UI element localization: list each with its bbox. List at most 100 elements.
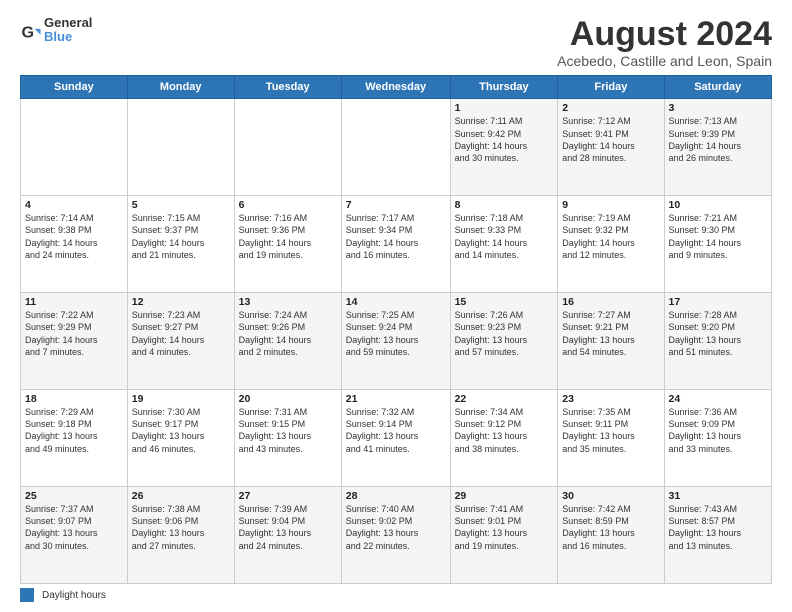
header: G General Blue August 2024 Acebedo, Cast…: [20, 16, 772, 69]
day-info: Sunrise: 7:17 AM Sunset: 9:34 PM Dayligh…: [346, 212, 446, 261]
calendar-week-2: 4Sunrise: 7:14 AM Sunset: 9:38 PM Daylig…: [21, 196, 772, 293]
calendar-cell: 5Sunrise: 7:15 AM Sunset: 9:37 PM Daylig…: [127, 196, 234, 293]
page: G General Blue August 2024 Acebedo, Cast…: [0, 0, 792, 612]
day-number: 13: [239, 296, 337, 308]
logo-blue: Blue: [44, 30, 92, 44]
main-title: August 2024: [557, 16, 772, 53]
day-number: 6: [239, 199, 337, 211]
day-number: 25: [25, 490, 123, 502]
day-number: 5: [132, 199, 230, 211]
svg-text:G: G: [21, 23, 34, 41]
day-number: 15: [455, 296, 554, 308]
day-number: 29: [455, 490, 554, 502]
calendar-week-3: 11Sunrise: 7:22 AM Sunset: 9:29 PM Dayli…: [21, 293, 772, 390]
day-info: Sunrise: 7:27 AM Sunset: 9:21 PM Dayligh…: [562, 309, 659, 358]
logo-general: General: [44, 16, 92, 30]
daylight-label: Daylight hours: [42, 590, 106, 601]
logo: G General Blue: [20, 16, 92, 45]
day-number: 18: [25, 393, 123, 405]
calendar-cell: 11Sunrise: 7:22 AM Sunset: 9:29 PM Dayli…: [21, 293, 128, 390]
day-number: 1: [455, 102, 554, 114]
calendar-cell: 3Sunrise: 7:13 AM Sunset: 9:39 PM Daylig…: [664, 99, 771, 196]
day-info: Sunrise: 7:15 AM Sunset: 9:37 PM Dayligh…: [132, 212, 230, 261]
day-number: 20: [239, 393, 337, 405]
title-block: August 2024 Acebedo, Castille and Leon, …: [557, 16, 772, 69]
daylight-color-box: [20, 588, 34, 602]
day-info: Sunrise: 7:28 AM Sunset: 9:20 PM Dayligh…: [669, 309, 767, 358]
day-number: 12: [132, 296, 230, 308]
day-number: 24: [669, 393, 767, 405]
weekday-header-thursday: Thursday: [450, 76, 558, 99]
day-info: Sunrise: 7:35 AM Sunset: 9:11 PM Dayligh…: [562, 406, 659, 455]
day-info: Sunrise: 7:40 AM Sunset: 9:02 PM Dayligh…: [346, 503, 446, 552]
day-number: 17: [669, 296, 767, 308]
day-info: Sunrise: 7:38 AM Sunset: 9:06 PM Dayligh…: [132, 503, 230, 552]
weekday-header-friday: Friday: [558, 76, 664, 99]
day-info: Sunrise: 7:43 AM Sunset: 8:57 PM Dayligh…: [669, 503, 767, 552]
calendar-cell: [127, 99, 234, 196]
subtitle: Acebedo, Castille and Leon, Spain: [557, 53, 772, 69]
day-info: Sunrise: 7:21 AM Sunset: 9:30 PM Dayligh…: [669, 212, 767, 261]
calendar-cell: 17Sunrise: 7:28 AM Sunset: 9:20 PM Dayli…: [664, 293, 771, 390]
calendar-cell: 15Sunrise: 7:26 AM Sunset: 9:23 PM Dayli…: [450, 293, 558, 390]
day-number: 19: [132, 393, 230, 405]
calendar-cell: 9Sunrise: 7:19 AM Sunset: 9:32 PM Daylig…: [558, 196, 664, 293]
calendar-cell: 1Sunrise: 7:11 AM Sunset: 9:42 PM Daylig…: [450, 99, 558, 196]
day-info: Sunrise: 7:41 AM Sunset: 9:01 PM Dayligh…: [455, 503, 554, 552]
day-number: 28: [346, 490, 446, 502]
day-number: 10: [669, 199, 767, 211]
calendar-table: SundayMondayTuesdayWednesdayThursdayFrid…: [20, 75, 772, 584]
calendar-cell: 20Sunrise: 7:31 AM Sunset: 9:15 PM Dayli…: [234, 390, 341, 487]
day-number: 23: [562, 393, 659, 405]
day-info: Sunrise: 7:12 AM Sunset: 9:41 PM Dayligh…: [562, 115, 659, 164]
weekday-header-tuesday: Tuesday: [234, 76, 341, 99]
day-info: Sunrise: 7:29 AM Sunset: 9:18 PM Dayligh…: [25, 406, 123, 455]
day-number: 16: [562, 296, 659, 308]
calendar-week-4: 18Sunrise: 7:29 AM Sunset: 9:18 PM Dayli…: [21, 390, 772, 487]
calendar-cell: 13Sunrise: 7:24 AM Sunset: 9:26 PM Dayli…: [234, 293, 341, 390]
day-info: Sunrise: 7:19 AM Sunset: 9:32 PM Dayligh…: [562, 212, 659, 261]
footer: Daylight hours: [20, 588, 772, 602]
day-info: Sunrise: 7:37 AM Sunset: 9:07 PM Dayligh…: [25, 503, 123, 552]
day-info: Sunrise: 7:23 AM Sunset: 9:27 PM Dayligh…: [132, 309, 230, 358]
calendar-cell: 16Sunrise: 7:27 AM Sunset: 9:21 PM Dayli…: [558, 293, 664, 390]
calendar-cell: [21, 99, 128, 196]
calendar-cell: 30Sunrise: 7:42 AM Sunset: 8:59 PM Dayli…: [558, 487, 664, 584]
day-number: 11: [25, 296, 123, 308]
weekday-header-monday: Monday: [127, 76, 234, 99]
day-number: 4: [25, 199, 123, 211]
weekday-header-wednesday: Wednesday: [341, 76, 450, 99]
calendar-cell: 18Sunrise: 7:29 AM Sunset: 9:18 PM Dayli…: [21, 390, 128, 487]
day-number: 31: [669, 490, 767, 502]
calendar-cell: 6Sunrise: 7:16 AM Sunset: 9:36 PM Daylig…: [234, 196, 341, 293]
calendar-week-5: 25Sunrise: 7:37 AM Sunset: 9:07 PM Dayli…: [21, 487, 772, 584]
day-number: 21: [346, 393, 446, 405]
day-info: Sunrise: 7:14 AM Sunset: 9:38 PM Dayligh…: [25, 212, 123, 261]
weekday-header-row: SundayMondayTuesdayWednesdayThursdayFrid…: [21, 76, 772, 99]
calendar-cell: 2Sunrise: 7:12 AM Sunset: 9:41 PM Daylig…: [558, 99, 664, 196]
calendar-cell: 12Sunrise: 7:23 AM Sunset: 9:27 PM Dayli…: [127, 293, 234, 390]
weekday-header-sunday: Sunday: [21, 76, 128, 99]
calendar-week-1: 1Sunrise: 7:11 AM Sunset: 9:42 PM Daylig…: [21, 99, 772, 196]
day-number: 26: [132, 490, 230, 502]
calendar-cell: 29Sunrise: 7:41 AM Sunset: 9:01 PM Dayli…: [450, 487, 558, 584]
day-number: 8: [455, 199, 554, 211]
day-number: 9: [562, 199, 659, 211]
calendar-cell: 31Sunrise: 7:43 AM Sunset: 8:57 PM Dayli…: [664, 487, 771, 584]
calendar-cell: 27Sunrise: 7:39 AM Sunset: 9:04 PM Dayli…: [234, 487, 341, 584]
day-info: Sunrise: 7:42 AM Sunset: 8:59 PM Dayligh…: [562, 503, 659, 552]
day-number: 7: [346, 199, 446, 211]
day-number: 2: [562, 102, 659, 114]
day-info: Sunrise: 7:39 AM Sunset: 9:04 PM Dayligh…: [239, 503, 337, 552]
calendar-cell: 26Sunrise: 7:38 AM Sunset: 9:06 PM Dayli…: [127, 487, 234, 584]
day-number: 27: [239, 490, 337, 502]
calendar-cell: 21Sunrise: 7:32 AM Sunset: 9:14 PM Dayli…: [341, 390, 450, 487]
calendar-cell: 24Sunrise: 7:36 AM Sunset: 9:09 PM Dayli…: [664, 390, 771, 487]
day-info: Sunrise: 7:18 AM Sunset: 9:33 PM Dayligh…: [455, 212, 554, 261]
calendar-cell: [234, 99, 341, 196]
calendar-cell: 19Sunrise: 7:30 AM Sunset: 9:17 PM Dayli…: [127, 390, 234, 487]
calendar-cell: 8Sunrise: 7:18 AM Sunset: 9:33 PM Daylig…: [450, 196, 558, 293]
calendar-cell: 23Sunrise: 7:35 AM Sunset: 9:11 PM Dayli…: [558, 390, 664, 487]
day-info: Sunrise: 7:13 AM Sunset: 9:39 PM Dayligh…: [669, 115, 767, 164]
day-info: Sunrise: 7:16 AM Sunset: 9:36 PM Dayligh…: [239, 212, 337, 261]
